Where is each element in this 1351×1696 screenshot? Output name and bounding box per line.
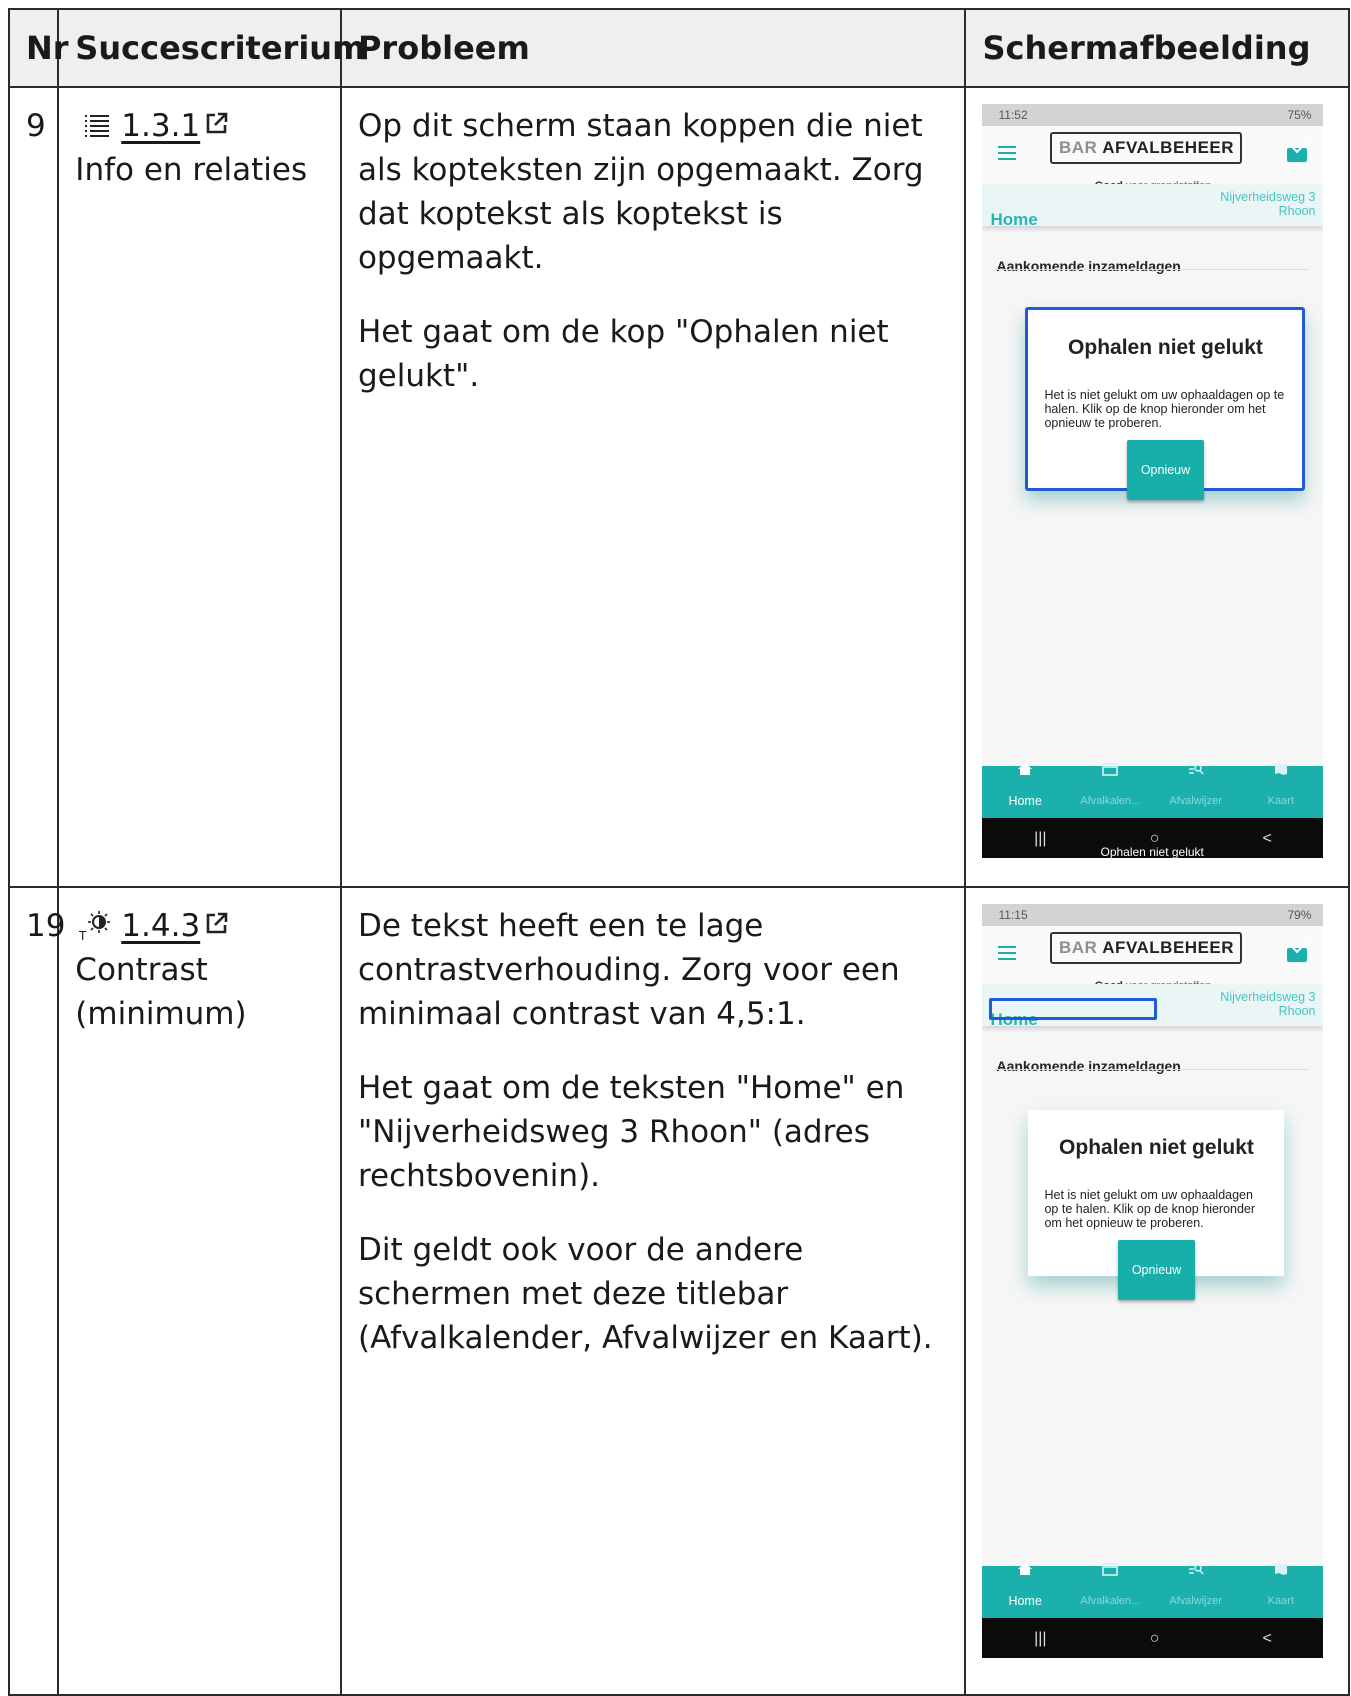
section-title: Aankomende inzameldagen — [996, 1058, 1181, 1074]
header-probleem: Probleem — [339, 8, 967, 88]
nav-afvalwijzer: Afvalwijzer — [1156, 1562, 1236, 1623]
problem-cell: De tekst heeft een te lage contrastverho… — [339, 886, 967, 1696]
phone-screenshot: 11:15 79% BARAFVALBEHEER Goed voor grond… — [982, 904, 1324, 1658]
external-link-icon — [204, 104, 230, 134]
criterion-name: Contrast — [75, 952, 208, 988]
search-list-icon — [1188, 1563, 1204, 1574]
criterion-link[interactable]: 1.3.1 — [121, 104, 230, 148]
table-row: 19 T 1.4.3 Contrast (minimum) De tekst h… — [7, 886, 1350, 1696]
dialog-body: Het is niet gelukt om uw ophaaldagen op … — [1044, 388, 1285, 430]
header-schermafbeelding: Schermafbeelding — [964, 8, 1350, 88]
table-header-row: Nr Succescriterium Probleem Schermafbeel… — [7, 8, 1350, 88]
error-dialog: Ophalen niet gelukt Het is niet gelukt o… — [1028, 1110, 1285, 1300]
mail-icon — [1287, 148, 1308, 162]
dialog-body: Het is niet gelukt om uw ophaaldagen op … — [1044, 1188, 1256, 1230]
app-header: BARAFVALBEHEER Goed voor grondstoffen — [982, 926, 1324, 992]
status-bar: 11:52 75% — [982, 104, 1324, 126]
criterion-name: Info en relaties — [75, 152, 308, 188]
criterion-cell: 1.3.1 Info en relaties — [57, 86, 342, 888]
menu-icon — [998, 146, 1017, 160]
calendar-icon — [1102, 1562, 1119, 1576]
titlebar: Home Nijverheidsweg 3 Rhoon — [982, 184, 1324, 229]
dialog-title: Ophalen niet gelukt — [1068, 336, 1263, 359]
retry-button: Opnieuw — [1117, 1240, 1196, 1300]
problem-paragraph: Het gaat om de teksten "Home" en "Nijver… — [357, 1070, 905, 1194]
criterion-cell: T 1.4.3 Contrast (minimum) — [57, 886, 342, 1696]
titlebar-home: Home — [990, 210, 1038, 229]
problem-cell: Op dit scherm staan koppen die niet als … — [339, 86, 967, 888]
nav-afvalkalender: Afvalkalen... — [1070, 1562, 1150, 1623]
system-nav: ||| ○ < — [982, 1618, 1324, 1658]
nav-home: Home — [985, 1562, 1065, 1623]
divider — [996, 269, 1310, 270]
home-circle-icon: ○ — [1149, 1630, 1160, 1647]
titlebar-address: Nijverheidsweg 3 Rhoon — [1220, 190, 1316, 218]
problem-paragraph: Dit geldt ook voor de andere schermen me… — [357, 1232, 933, 1356]
app-header: BARAFVALBEHEER Goed voor grondstoffen — [982, 126, 1324, 192]
menu-icon — [998, 946, 1017, 960]
nav-kaart: Kaart — [1241, 1562, 1321, 1623]
criterion-link[interactable]: 1.4.3 — [121, 904, 230, 948]
accessibility-caption: Ophalen niet gelukt — [1100, 845, 1204, 858]
screenshot-cell: 11:15 79% BARAFVALBEHEER Goed voor grond… — [964, 886, 1350, 1696]
findings-table: Nr Succescriterium Probleem Schermafbeel… — [7, 8, 1350, 1696]
contrast-icon: T — [75, 910, 115, 943]
problem-paragraph: Op dit scherm staan koppen die niet als … — [357, 108, 924, 276]
criterion-name: (minimum) — [75, 996, 247, 1032]
titlebar-address: Nijverheidsweg 3 Rhoon — [1220, 990, 1316, 1018]
bottom-nav: Home Afvalkalen... Afvalwijzer Kaart — [982, 1562, 1324, 1618]
nav-home: Home — [985, 762, 1065, 823]
header-nr: Nr — [7, 8, 69, 88]
back-icon: < — [1262, 830, 1272, 847]
list-icon — [75, 110, 115, 142]
nav-afvalkalender: Afvalkalen... — [1070, 762, 1150, 823]
table-row: 9 1.3.1 Info en relaties Op dit scherm s… — [7, 86, 1350, 888]
home-icon — [1018, 1562, 1033, 1575]
titlebar: Home Nijverheidsweg 3 Rhoon — [982, 984, 1324, 1029]
dialog-title: Ophalen niet gelukt — [1059, 1136, 1254, 1159]
recents-icon: ||| — [1034, 830, 1047, 847]
header-succescriterium: Succescriterium — [57, 8, 365, 88]
problem-paragraph: Het gaat om de kop "Ophalen niet gelukt"… — [357, 314, 889, 394]
logo: BAR AFVALBEHEER — [1050, 932, 1243, 964]
external-link-icon — [204, 904, 230, 934]
map-icon — [1274, 762, 1287, 775]
divider — [996, 1069, 1310, 1070]
nav-kaart: Kaart — [1241, 762, 1321, 823]
recents-icon: ||| — [1034, 1630, 1047, 1647]
mail-icon — [1287, 948, 1308, 962]
nav-afvalwijzer: Afvalwijzer — [1156, 762, 1236, 823]
status-bar: 11:15 79% — [982, 904, 1324, 926]
map-icon — [1274, 1562, 1287, 1575]
row-number: 19 — [7, 886, 65, 1696]
back-icon: < — [1262, 1630, 1272, 1647]
search-list-icon — [1188, 763, 1204, 774]
home-icon — [1018, 762, 1033, 775]
criterion-code: 1.3.1 — [121, 108, 201, 144]
phone-screenshot: 11:52 75% BARAFVALBEHEER Goed voor grond… — [982, 104, 1324, 858]
bottom-nav: Home Afvalkalen... Afvalwijzer Kaart — [982, 762, 1324, 818]
error-dialog: Ophalen niet gelukt Het is niet gelukt o… — [1025, 307, 1306, 500]
section-title: Aankomende inzameldagen — [996, 258, 1181, 274]
problem-paragraph: De tekst heeft een te lage contrastverho… — [357, 908, 900, 1032]
calendar-icon — [1102, 762, 1119, 776]
system-nav: ||| ○ < Ophalen niet gelukt — [982, 818, 1324, 858]
criterion-code: 1.4.3 — [121, 908, 201, 944]
svg-text:T: T — [78, 929, 87, 942]
logo: BAR AFVALBEHEER — [1050, 132, 1243, 164]
screenshot-cell: 11:52 75% BARAFVALBEHEER Goed voor grond… — [964, 86, 1350, 888]
row-number: 9 — [7, 86, 60, 888]
highlight-box — [989, 998, 1158, 1020]
retry-button: Opnieuw — [1126, 440, 1205, 500]
